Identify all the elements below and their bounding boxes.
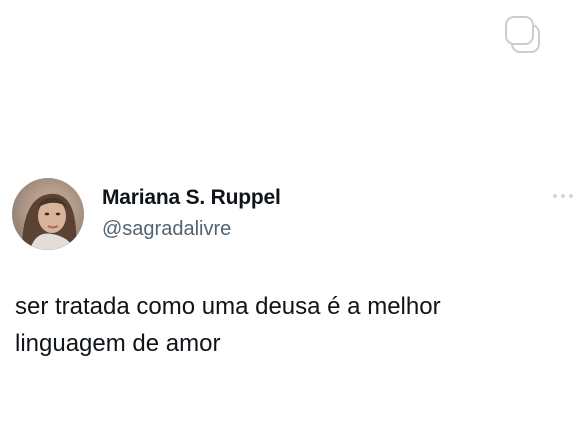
copy-icon[interactable] [502, 12, 548, 58]
tweet-text: ser tratada como uma deusa é a melhor li… [15, 288, 555, 362]
tweet-text-line: linguagem de amor [15, 330, 221, 357]
author-handle[interactable]: @sagradalivre [102, 218, 231, 241]
tweet-text-line: ser tratada como uma deusa é a melhor [15, 293, 441, 320]
author-name[interactable]: Mariana S. Ruppel [102, 186, 281, 210]
avatar[interactable] [12, 178, 84, 250]
more-options-icon[interactable] [551, 190, 575, 202]
